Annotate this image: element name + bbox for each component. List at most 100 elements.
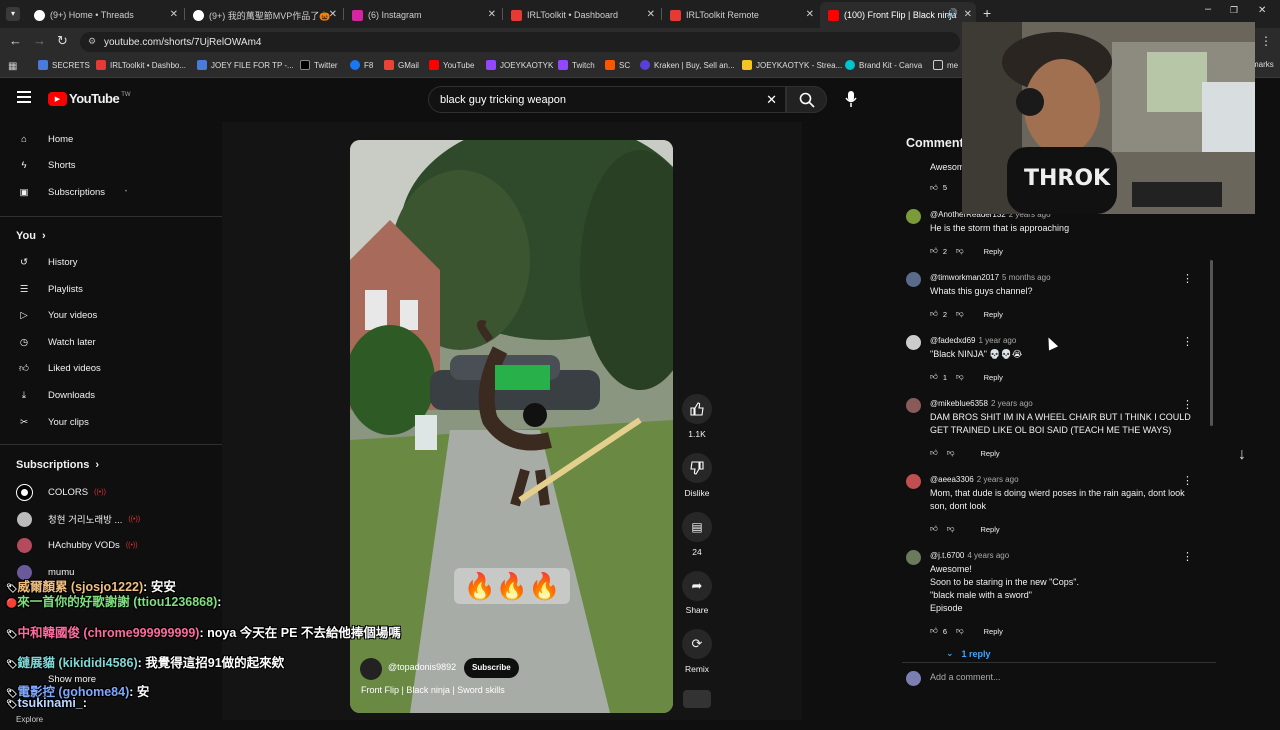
more-options-icon[interactable]: ⋮ (1182, 550, 1193, 563)
bookmark-canva[interactable]: Brand Kit - Canva (845, 60, 922, 70)
thumbs-up-icon[interactable]: 👍︎ (930, 524, 938, 534)
close-icon[interactable]: ✕ (488, 9, 496, 20)
bookmark-joeykaotyk-stream[interactable]: JOEYKAOTYK - Strea... (742, 60, 842, 70)
close-icon[interactable]: ✕ (329, 9, 337, 20)
back-icon[interactable]: ← (9, 33, 22, 48)
comments-button[interactable]: ▤ (682, 512, 712, 542)
avatar[interactable] (906, 335, 921, 350)
bookmark-twitch[interactable]: Twitch (558, 60, 595, 70)
thumbs-up-icon[interactable]: 👍︎ (930, 626, 938, 636)
browser-tab-instagram[interactable]: (6) Instagram ✕ (344, 2, 502, 28)
sidebar-item-playlists[interactable]: ☰ Playlists (16, 278, 83, 300)
browser-tab-youtube-active[interactable]: (100) Front Flip | Black ninja ✕ 🔊 (820, 2, 976, 28)
comment-time[interactable]: 1 year ago (979, 336, 1017, 345)
thumbs-down-icon[interactable]: 👎︎ (947, 524, 955, 534)
thumbs-down-icon[interactable]: 👎︎ (956, 372, 964, 382)
minimize-icon[interactable]: – (1205, 3, 1211, 15)
subscribe-button[interactable]: Subscribe (464, 658, 519, 678)
sidebar-subscriptions-heading[interactable]: Subscriptions › (16, 459, 99, 471)
thumbs-down-icon[interactable]: 👎︎ (947, 448, 955, 458)
share-button[interactable]: ➦ (682, 571, 712, 601)
close-icon[interactable]: ✕ (647, 9, 655, 20)
bookmark-gmail[interactable]: GMail (384, 60, 419, 70)
avatar[interactable] (906, 474, 921, 489)
apps-icon[interactable]: ▦ (8, 61, 17, 72)
reply-button[interactable]: Reply (980, 525, 999, 534)
channel-avatar[interactable] (360, 658, 382, 680)
restore-icon[interactable]: ❐ (1230, 5, 1238, 16)
dislike-button[interactable] (682, 453, 712, 483)
bookmark-secrets[interactable]: SECRETS (38, 60, 90, 70)
comment-author[interactable]: @fadedxd69 (930, 336, 976, 345)
window-close-icon[interactable]: ✕ (1258, 5, 1266, 16)
comment-author[interactable]: @aeea3306 (930, 475, 974, 484)
forward-icon[interactable]: → (33, 33, 46, 48)
thumbs-down-icon[interactable]: 👎︎ (956, 246, 964, 256)
audio-icon[interactable]: 🔊 (947, 8, 958, 19)
hamburger-menu-icon[interactable] (17, 91, 31, 103)
bookmark-joeykaotyk[interactable]: JOEYKAOTYK (486, 60, 553, 70)
thumbs-up-icon[interactable]: 👍︎ (930, 246, 938, 256)
browser-tab-irltoolkit-dashboard[interactable]: IRLToolkit • Dashboard ✕ (503, 2, 661, 28)
reply-button[interactable]: Reply (984, 627, 1003, 636)
avatar[interactable] (906, 550, 921, 565)
reload-icon[interactable]: ↻ (57, 33, 68, 49)
sound-thumbnail[interactable] (683, 690, 711, 708)
sidebar-item-your-clips[interactable]: ✂ Your clips (16, 411, 89, 433)
sidebar-item-watch-later[interactable]: ◷ Watch later (16, 331, 96, 353)
comment-time[interactable]: 2 years ago (977, 475, 1019, 484)
browser-tab-threads-2[interactable]: (9+) 我的萬聖節MVP作品了🎃 ✕ (185, 2, 343, 28)
sidebar-sub-hachubby[interactable]: HAchubby VODs ((•)) (16, 534, 138, 556)
thumbs-down-icon[interactable]: 👎︎ (956, 626, 964, 636)
avatar[interactable] (906, 398, 921, 413)
comment-time[interactable]: 5 months ago (1002, 273, 1050, 282)
comments-scrollbar[interactable] (1210, 260, 1213, 426)
bookmark-sc[interactable]: SC (605, 60, 630, 70)
sidebar-item-your-videos[interactable]: ▷ Your videos (16, 304, 97, 326)
more-options-icon[interactable]: ⋮ (1182, 474, 1193, 487)
thumbs-up-icon[interactable]: 👍︎ (930, 183, 938, 193)
menu-icon[interactable]: ⋮ (1260, 34, 1272, 48)
bookmark-f8[interactable]: F8 (350, 60, 373, 70)
more-options-icon[interactable]: ⋮ (1182, 335, 1193, 348)
bookmark-twitter[interactable]: Twitter (300, 60, 338, 70)
close-icon[interactable]: ✕ (964, 9, 972, 20)
sidebar-item-home[interactable]: ⌂ Home (16, 128, 73, 150)
clear-search-icon[interactable]: ✕ (766, 92, 777, 108)
bookmark-joey-file[interactable]: JOEY FILE FOR TP -... (197, 60, 294, 70)
view-replies-button[interactable]: ⌄ 1 reply (946, 648, 991, 659)
avatar[interactable] (906, 209, 921, 224)
comment-author[interactable]: @mikeblue6358 (930, 399, 988, 408)
sidebar-sub-karaoke[interactable]: 청현 거리노래방 ... ((•)) (16, 508, 140, 530)
comment-time[interactable]: 2 years ago (991, 399, 1033, 408)
bookmark-kraken[interactable]: Kraken | Buy, Sell an... (640, 60, 735, 70)
youtube-logo[interactable]: ▶ YouTube TW (48, 91, 131, 106)
comment-time[interactable]: 4 years ago (967, 551, 1009, 560)
tab-search-icon[interactable]: ▾ (6, 7, 20, 21)
thumbs-up-icon[interactable]: 👍︎ (930, 372, 938, 382)
reply-button[interactable]: Reply (980, 449, 999, 458)
address-bar[interactable]: ⚙ youtube.com/shorts/7UjRelOWAm4 (80, 32, 960, 52)
sidebar-you-heading[interactable]: You › (16, 230, 46, 242)
more-options-icon[interactable]: ⋮ (1182, 398, 1193, 411)
new-tab-icon[interactable]: + (983, 5, 991, 21)
sidebar-item-history[interactable]: ↺ History (16, 251, 78, 273)
reply-button[interactable]: Reply (984, 247, 1003, 256)
channel-name[interactable]: @topadonis9892 (388, 662, 456, 672)
reply-button[interactable]: Reply (984, 310, 1003, 319)
bookmark-me[interactable]: me (933, 60, 958, 70)
thumbs-up-icon[interactable]: 👍︎ (930, 448, 938, 458)
search-button[interactable] (786, 86, 827, 113)
comment-author[interactable]: @timworkman2017 (930, 273, 999, 282)
close-icon[interactable]: ✕ (170, 9, 178, 20)
bookmark-irltoolkit[interactable]: IRLToolkit • Dashbo... (96, 60, 186, 70)
sidebar-item-shorts[interactable]: ϟ Shorts (16, 154, 75, 176)
video-title[interactable]: Front Flip | Black ninja | Sword skills (361, 685, 505, 695)
voice-search-button[interactable] (844, 90, 858, 113)
sidebar-item-subscriptions[interactable]: ▣ Subscriptions • (16, 181, 128, 203)
add-comment-input[interactable]: Add a comment... (930, 672, 1200, 682)
bookmark-all-bookmarks[interactable]: marks (1252, 60, 1274, 69)
sidebar-sub-colors[interactable]: COLORS ((•)) (15, 481, 106, 503)
reply-button[interactable]: Reply (984, 373, 1003, 382)
thumbs-down-icon[interactable]: 👎︎ (956, 309, 964, 319)
